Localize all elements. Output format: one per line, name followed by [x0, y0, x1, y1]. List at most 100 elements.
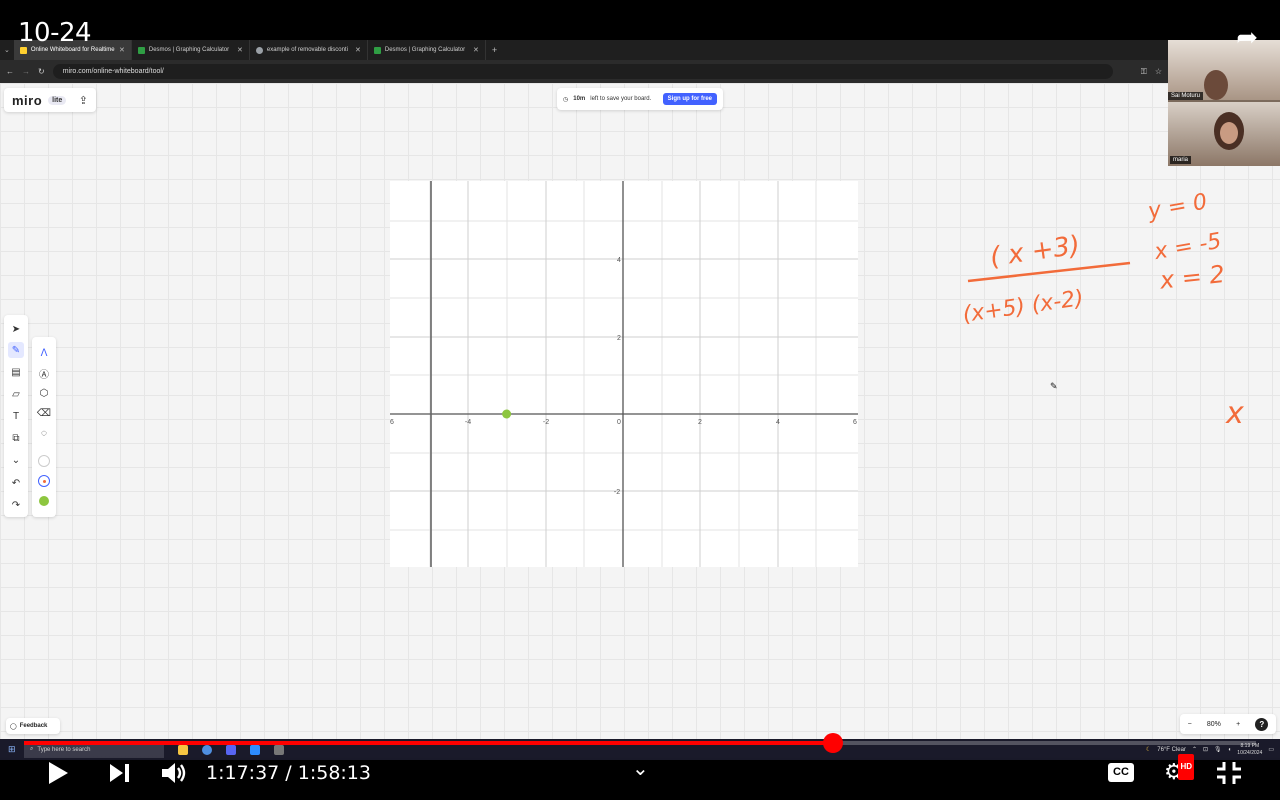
browser-tab-example[interactable]: example of removable disconti ✕	[250, 40, 368, 60]
search-icon: ⌕	[30, 746, 34, 752]
main-toolbar: ➤ ✎ ▤ ▱ T ⧉ ⌄ ↶ ↷	[4, 315, 28, 517]
handwritten-notes: ( x +3) (x+5) (x-2) y = 0 x = -5 x = 2 x	[961, 189, 1244, 431]
select-cursor-icon[interactable]: ➤	[8, 321, 24, 337]
whiteboard-canvas[interactable]: miro lite ⇪ ◷ 10m left to save your boar…	[0, 83, 1280, 739]
handwritten-eq-x2: x = 2	[1158, 260, 1226, 295]
notification-icon[interactable]: ▭	[1268, 746, 1274, 753]
tab-list-chevron-icon[interactable]: ⌄	[0, 46, 14, 54]
sticky-note-icon[interactable]: ▱	[8, 386, 24, 402]
exit-fullscreen-icon[interactable]	[1216, 761, 1242, 785]
moon-weather-icon: ☾	[1145, 747, 1152, 753]
app-icon[interactable]	[274, 744, 284, 755]
handwritten-denominator: (x+5) (x-2)	[961, 286, 1085, 328]
text-tool-icon[interactable]: T	[8, 408, 24, 424]
more-tools-chevron-icon[interactable]: ⌄	[8, 452, 24, 468]
feedback-button[interactable]: ◯ Feedback	[6, 718, 60, 734]
browser-tab-desmos-2[interactable]: Desmos | Graphing Calculator ✕	[368, 40, 486, 60]
zoom-out-button[interactable]: −	[1188, 721, 1192, 728]
banner-time: 10m	[573, 96, 586, 102]
handwritten-eq-x-neg5: x = -5	[1152, 229, 1224, 265]
close-tab-icon[interactable]: ✕	[355, 46, 361, 54]
zoom-level[interactable]: 80%	[1207, 721, 1221, 728]
cc-label: CC	[1113, 766, 1129, 778]
zoom-in-button[interactable]: +	[1236, 721, 1240, 728]
pen-tool-icon[interactable]: ✎	[8, 342, 24, 358]
settings-gear-icon[interactable]: ⚙ HD	[1164, 754, 1194, 784]
next-button[interactable]	[108, 762, 132, 784]
discord-icon[interactable]	[226, 744, 236, 755]
feedback-label: Feedback	[19, 723, 48, 729]
bookmark-star-icon[interactable]: ☆	[1155, 67, 1162, 76]
webcam-feed-2: maria	[1168, 102, 1280, 166]
network-icon[interactable]: ⊡	[1203, 746, 1208, 753]
weather-text[interactable]: 76°F Clear	[1157, 747, 1186, 753]
taskbar-search-placeholder: Type here to search	[37, 746, 91, 753]
new-tab-plus-icon[interactable]: +	[486, 45, 503, 55]
desmos-favicon-icon	[373, 46, 381, 54]
tab-label: Desmos | Graphing Calculator	[148, 47, 230, 53]
clock-icon: ◷	[563, 96, 569, 103]
pen-icon[interactable]: ᐱ	[36, 345, 52, 361]
tab-label: example of removable disconti	[266, 47, 348, 53]
undo-icon[interactable]: ↶	[8, 475, 24, 491]
participant-name: maria	[1170, 156, 1192, 164]
browser-tab-bar: ⌄ Online Whiteboard for Realtime ✕ Desmo…	[0, 40, 1168, 60]
color-swatch-green-icon[interactable]	[36, 493, 52, 509]
stroke-medium-icon[interactable]	[36, 473, 52, 489]
upload-icon[interactable]: ⇪	[79, 94, 88, 107]
smart-drawing-icon[interactable]: ⬡	[36, 385, 52, 401]
windows-start-icon[interactable]: ⊞	[8, 744, 16, 755]
share-arrow-icon[interactable]: ➦	[1236, 22, 1258, 53]
handwritten-partial-x: x	[1225, 396, 1244, 431]
save-board-banner: ◷ 10m left to save your board. Sign up f…	[557, 88, 723, 110]
redo-icon[interactable]: ↷	[8, 497, 24, 513]
pen-cursor-icon: ✎	[1050, 381, 1058, 391]
eraser-icon[interactable]: ⌫	[36, 405, 52, 421]
x-tick-label: 6	[853, 419, 857, 426]
graph-image[interactable]: 6 -4 -2 0 2 4 6 4 2 -2	[390, 181, 858, 567]
tab-label: Desmos | Graphing Calculator	[384, 47, 466, 53]
zoom-app-icon[interactable]	[250, 744, 260, 755]
y-tick-label: 2	[617, 335, 621, 342]
forward-arrow-icon[interactable]: →	[22, 67, 30, 76]
password-key-icon[interactable]: ⚿	[1141, 67, 1147, 77]
back-arrow-icon[interactable]: ←	[6, 67, 14, 76]
help-button[interactable]: ?	[1255, 717, 1269, 731]
volume-button[interactable]	[160, 760, 188, 786]
play-button[interactable]	[46, 760, 70, 786]
file-explorer-icon[interactable]	[178, 744, 188, 755]
close-tab-icon[interactable]: ✕	[119, 46, 125, 54]
chrome-icon[interactable]	[202, 744, 212, 755]
captions-button[interactable]: CC	[1108, 763, 1134, 782]
miro-logo[interactable]: miro	[12, 93, 42, 108]
desmos-favicon-icon	[137, 46, 145, 54]
close-tab-icon[interactable]: ✕	[237, 46, 243, 54]
browser-tab-desmos-1[interactable]: Desmos | Graphing Calculator ✕	[132, 40, 250, 60]
reload-icon[interactable]: ↻	[38, 67, 45, 76]
lasso-icon[interactable]: ◌	[36, 425, 52, 441]
x-tick-label: 6	[390, 419, 394, 426]
volume-icon[interactable]: ◖	[1228, 747, 1232, 753]
shapes-icon[interactable]: ⧉	[8, 430, 24, 446]
highlighter-icon[interactable]: Ⓐ	[36, 365, 52, 381]
y-tick-label: -2	[614, 489, 620, 496]
chevron-down-icon[interactable]: ⌄	[632, 756, 649, 781]
handwritten-eq-y0: y = 0	[1145, 189, 1209, 224]
miro-logo-panel: miro lite ⇪	[4, 88, 96, 112]
y-tick-label: 4	[617, 257, 621, 264]
microphone-icon[interactable]: 🎙	[1214, 746, 1222, 753]
chat-bubble-icon: ◯	[10, 723, 17, 730]
time-display: 1:17:37 / 1:58:13	[206, 762, 371, 784]
stroke-thin-icon[interactable]	[36, 453, 52, 469]
sign-up-button[interactable]: Sign up for free	[662, 93, 717, 105]
close-tab-icon[interactable]: ✕	[473, 46, 479, 54]
webcam-feed-1: Sai Moturu	[1168, 40, 1280, 100]
templates-icon[interactable]: ▤	[8, 364, 24, 380]
tray-chevron-icon[interactable]: ⌃	[1192, 746, 1197, 753]
lite-badge: lite	[48, 95, 67, 105]
url-input[interactable]: miro.com/online-whiteboard/tool/	[52, 64, 1113, 79]
globe-favicon-icon	[255, 46, 263, 54]
handwritten-numerator: ( x +3)	[988, 231, 1082, 273]
x-tick-label: -2	[543, 419, 549, 426]
progress-played	[24, 741, 834, 745]
